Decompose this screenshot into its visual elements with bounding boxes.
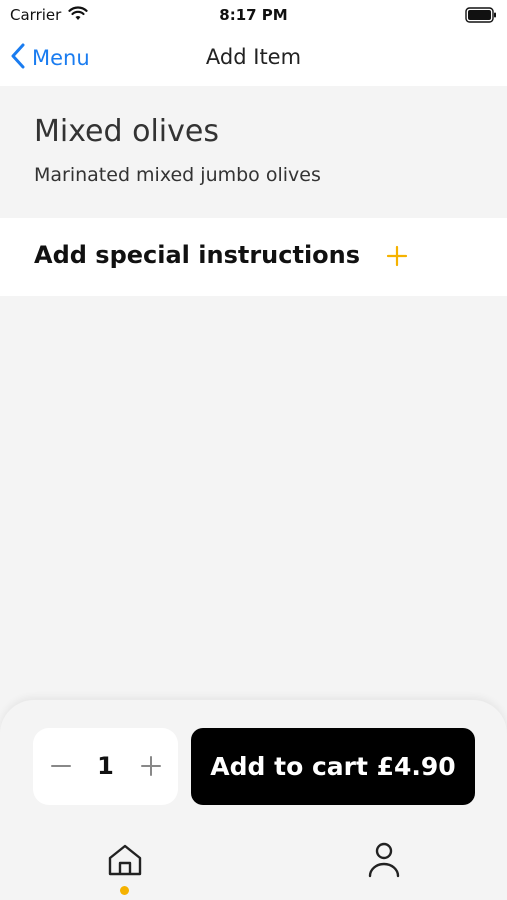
page-title: Add Item [205, 45, 302, 69]
status-time: 8:17 PM [219, 6, 288, 24]
plus-icon[interactable] [139, 754, 163, 778]
plus-icon[interactable] [386, 245, 408, 271]
item-header: Mixed olives Marinated mixed jumbo olive… [0, 86, 507, 216]
profile-icon[interactable] [364, 840, 404, 880]
bottom-panel: 1 Add to cart £4.90 [0, 700, 507, 900]
add-to-cart-button[interactable]: Add to cart £4.90 [191, 728, 475, 805]
quantity-stepper: 1 [33, 728, 178, 805]
special-instructions-label: Add special instructions [34, 241, 361, 269]
navigation-bar: Menu Add Item [0, 30, 507, 86]
item-name: Mixed olives [34, 114, 219, 149]
active-tab-indicator [120, 886, 129, 895]
item-description: Marinated mixed jumbo olives [34, 164, 321, 186]
status-bar: Carrier 8:17 PM [0, 0, 507, 30]
battery-icon [465, 7, 497, 27]
special-instructions-row[interactable]: Add special instructions [0, 218, 507, 296]
home-icon[interactable] [105, 840, 145, 880]
